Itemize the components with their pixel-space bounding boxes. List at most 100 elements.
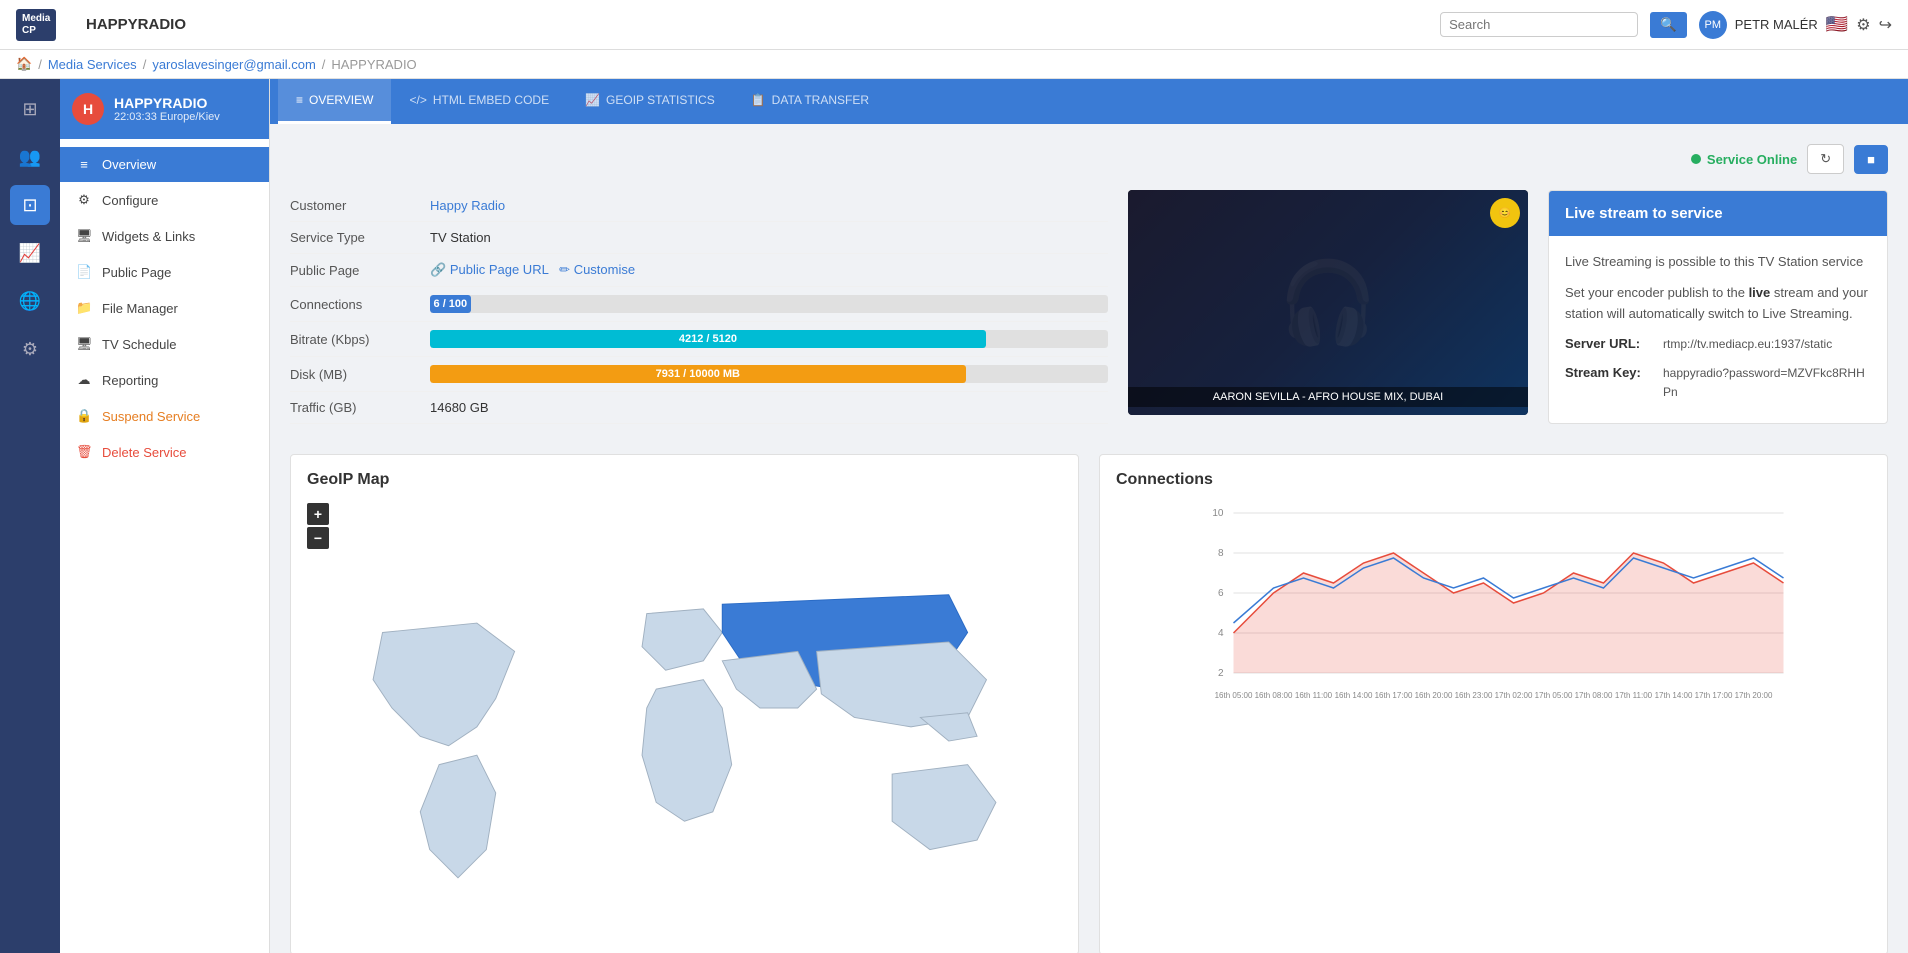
chart-title: Connections [1116, 471, 1871, 489]
map-title: GeoIP Map [307, 471, 1062, 489]
chart-wrap: 10 8 6 4 2 16th 05:00 [1116, 503, 1871, 703]
tab-geoip-label: GEOIP STATISTICS [606, 93, 715, 107]
traffic-label: Traffic (GB) [290, 400, 430, 415]
sidebar-item-file-manager[interactable]: 📁 File Manager [60, 290, 269, 326]
live-stream-instructions: Set your encoder publish to the live str… [1565, 283, 1871, 325]
stream-key-value: happyradio?password=MZVFkc8RHHPn [1663, 364, 1871, 402]
tab-datatransfer[interactable]: 📋 DATA TRANSFER [733, 79, 887, 124]
stop-button[interactable]: ■ [1854, 145, 1888, 174]
sidebar-label-configure: Configure [102, 193, 158, 208]
svg-text:4: 4 [1218, 628, 1224, 639]
connections-chart-svg: 10 8 6 4 2 16th 05:00 [1116, 503, 1871, 703]
sidebar-label-delete: Delete Service [102, 445, 187, 460]
svg-text:17th 08:00: 17th 08:00 [1575, 691, 1613, 700]
user-area: PM PETR MALÉR 🇺🇸 ⚙ ↪ [1699, 11, 1892, 39]
connections-fill: 6 / 100 [430, 295, 471, 313]
service-logo: H [72, 93, 104, 125]
page-title: HAPPYRADIO [76, 16, 1440, 33]
breadcrumb-media-services[interactable]: Media Services [48, 57, 137, 72]
public-page-url-link[interactable]: 🔗 Public Page URL [430, 262, 548, 277]
sidebar-item-overview[interactable]: ≡ Overview [60, 147, 269, 182]
map-zoom-in[interactable]: + [307, 503, 329, 525]
service-sidebar: H HAPPYRADIO 22:03:33 Europe/Kiev ≡ Over… [60, 79, 270, 953]
tab-overview-icon: ≡ [296, 93, 303, 107]
sidebar-label-reporting: Reporting [102, 373, 158, 388]
settings-button[interactable]: ⚙ [1856, 15, 1870, 35]
tab-embed-icon: </> [409, 93, 426, 107]
video-overlay-text: AARON SEVILLA - AFRO HOUSE MIX, DUBAI [1128, 387, 1528, 407]
tab-embed-label: HTML EMBED CODE [433, 93, 549, 107]
user-name: PETR MALÉR [1735, 17, 1818, 32]
server-url-value: rtmp://tv.mediacp.eu:1937/static [1663, 335, 1832, 354]
public-page-row: Public Page 🔗 Public Page URL ✏ Customis… [290, 254, 1108, 287]
nav-users[interactable]: 👥 [10, 137, 50, 177]
connections-progress: 6 / 100 [430, 295, 1108, 313]
tab-overview[interactable]: ≡ OVERVIEW [278, 79, 391, 124]
public-page-icon: 📄 [76, 264, 92, 280]
sidebar-item-delete[interactable]: 🗑 Delete Service [60, 434, 269, 470]
map-zoom-out[interactable]: − [307, 527, 329, 549]
video-inner: 🎧 😊 AARON SEVILLA - AFRO HOUSE MIX, DUBA… [1128, 190, 1528, 415]
sidebar-label-tv-schedule: TV Schedule [102, 337, 176, 352]
search-input[interactable] [1449, 17, 1629, 32]
chart-container: Connections 10 8 6 [1099, 454, 1888, 953]
avatar: PM [1699, 11, 1727, 39]
sidebar-item-widgets[interactable]: 🖥 Widgets & Links [60, 218, 269, 254]
sidebar-item-reporting[interactable]: ☁ Reporting [60, 362, 269, 398]
sidebar-item-configure[interactable]: ⚙ Configure [60, 182, 269, 218]
server-url-label: Server URL: [1565, 334, 1655, 355]
sidebar-label-suspend: Suspend Service [102, 409, 200, 424]
tv-schedule-icon: 🖥 [76, 336, 92, 352]
svg-text:16th 23:00: 16th 23:00 [1455, 691, 1493, 700]
public-page-label: Public Page [290, 263, 430, 278]
sidebar-item-public-page[interactable]: 📄 Public Page [60, 254, 269, 290]
nav-dashboard[interactable]: ⊞ [10, 89, 50, 129]
nav-analytics[interactable]: 📈 [10, 233, 50, 273]
service-header: H HAPPYRADIO 22:03:33 Europe/Kiev [60, 79, 269, 139]
sidebar-menu: ≡ Overview ⚙ Configure 🖥 Widgets & Links… [60, 139, 269, 478]
search-button[interactable]: 🔍 [1650, 12, 1687, 38]
svg-text:16th 17:00: 16th 17:00 [1375, 691, 1413, 700]
tab-geoip[interactable]: 📈 GEOIP STATISTICS [567, 79, 733, 124]
search-box[interactable] [1440, 12, 1638, 37]
app-logo: MediaCP [16, 9, 76, 41]
svg-text:17th 14:00: 17th 14:00 [1655, 691, 1693, 700]
widgets-icon: 🖥 [76, 228, 92, 244]
top-bar: MediaCP HAPPYRADIO 🔍 PM PETR MALÉR 🇺🇸 ⚙ … [0, 0, 1908, 50]
refresh-button[interactable]: ↻ [1807, 144, 1844, 174]
disk-progress: 7931 / 10000 MB [430, 365, 1108, 383]
home-icon[interactable]: 🏠 [16, 56, 32, 72]
status-label: Service Online [1707, 152, 1797, 167]
nav-settings[interactable]: ⚙ [10, 329, 50, 369]
tab-embed[interactable]: </> HTML EMBED CODE [391, 79, 567, 124]
disk-label: Disk (MB) [290, 367, 430, 382]
sidebar-item-tv-schedule[interactable]: 🖥 TV Schedule [60, 326, 269, 362]
connections-bar-bg: 6 / 100 [430, 295, 1108, 313]
logout-button[interactable]: ↪ [1879, 15, 1892, 35]
flag-icon: 🇺🇸 [1826, 14, 1848, 35]
suspend-icon: 🔒 [76, 408, 92, 424]
overview-grid: Customer Happy Radio Service Type TV Sta… [290, 190, 1888, 424]
info-table: Customer Happy Radio Service Type TV Sta… [290, 190, 1108, 424]
nav-globe[interactable]: 🌐 [10, 281, 50, 321]
tab-geoip-icon: 📈 [585, 93, 600, 107]
svg-text:17th 20:00: 17th 20:00 [1735, 691, 1773, 700]
live-stream-body: Live Streaming is possible to this TV St… [1549, 236, 1887, 419]
delete-icon: 🗑 [76, 444, 92, 460]
bitrate-fill: 4212 / 5120 [430, 330, 986, 348]
bitrate-row: Bitrate (Kbps) 4212 / 5120 [290, 322, 1108, 357]
stream-key-row: Stream Key: happyradio?password=MZVFkc8R… [1565, 363, 1871, 402]
file-manager-icon: 📁 [76, 300, 92, 316]
customer-label: Customer [290, 198, 430, 213]
tab-datatransfer-icon: 📋 [751, 93, 766, 107]
overview-icon: ≡ [76, 157, 92, 172]
breadcrumb-user[interactable]: yaroslavesinger@gmail.com [152, 57, 315, 72]
nav-services[interactable]: ⊡ [10, 185, 50, 225]
content-area: ≡ OVERVIEW </> HTML EMBED CODE 📈 GEOIP S… [270, 79, 1908, 953]
sidebar-item-suspend[interactable]: 🔒 Suspend Service [60, 398, 269, 434]
bitrate-text: 4212 / 5120 [679, 333, 737, 345]
customer-row: Customer Happy Radio [290, 190, 1108, 222]
customise-link[interactable]: ✏ Customise [559, 262, 635, 277]
live-stream-header: Live stream to service [1549, 191, 1887, 236]
customer-link[interactable]: Happy Radio [430, 198, 505, 213]
